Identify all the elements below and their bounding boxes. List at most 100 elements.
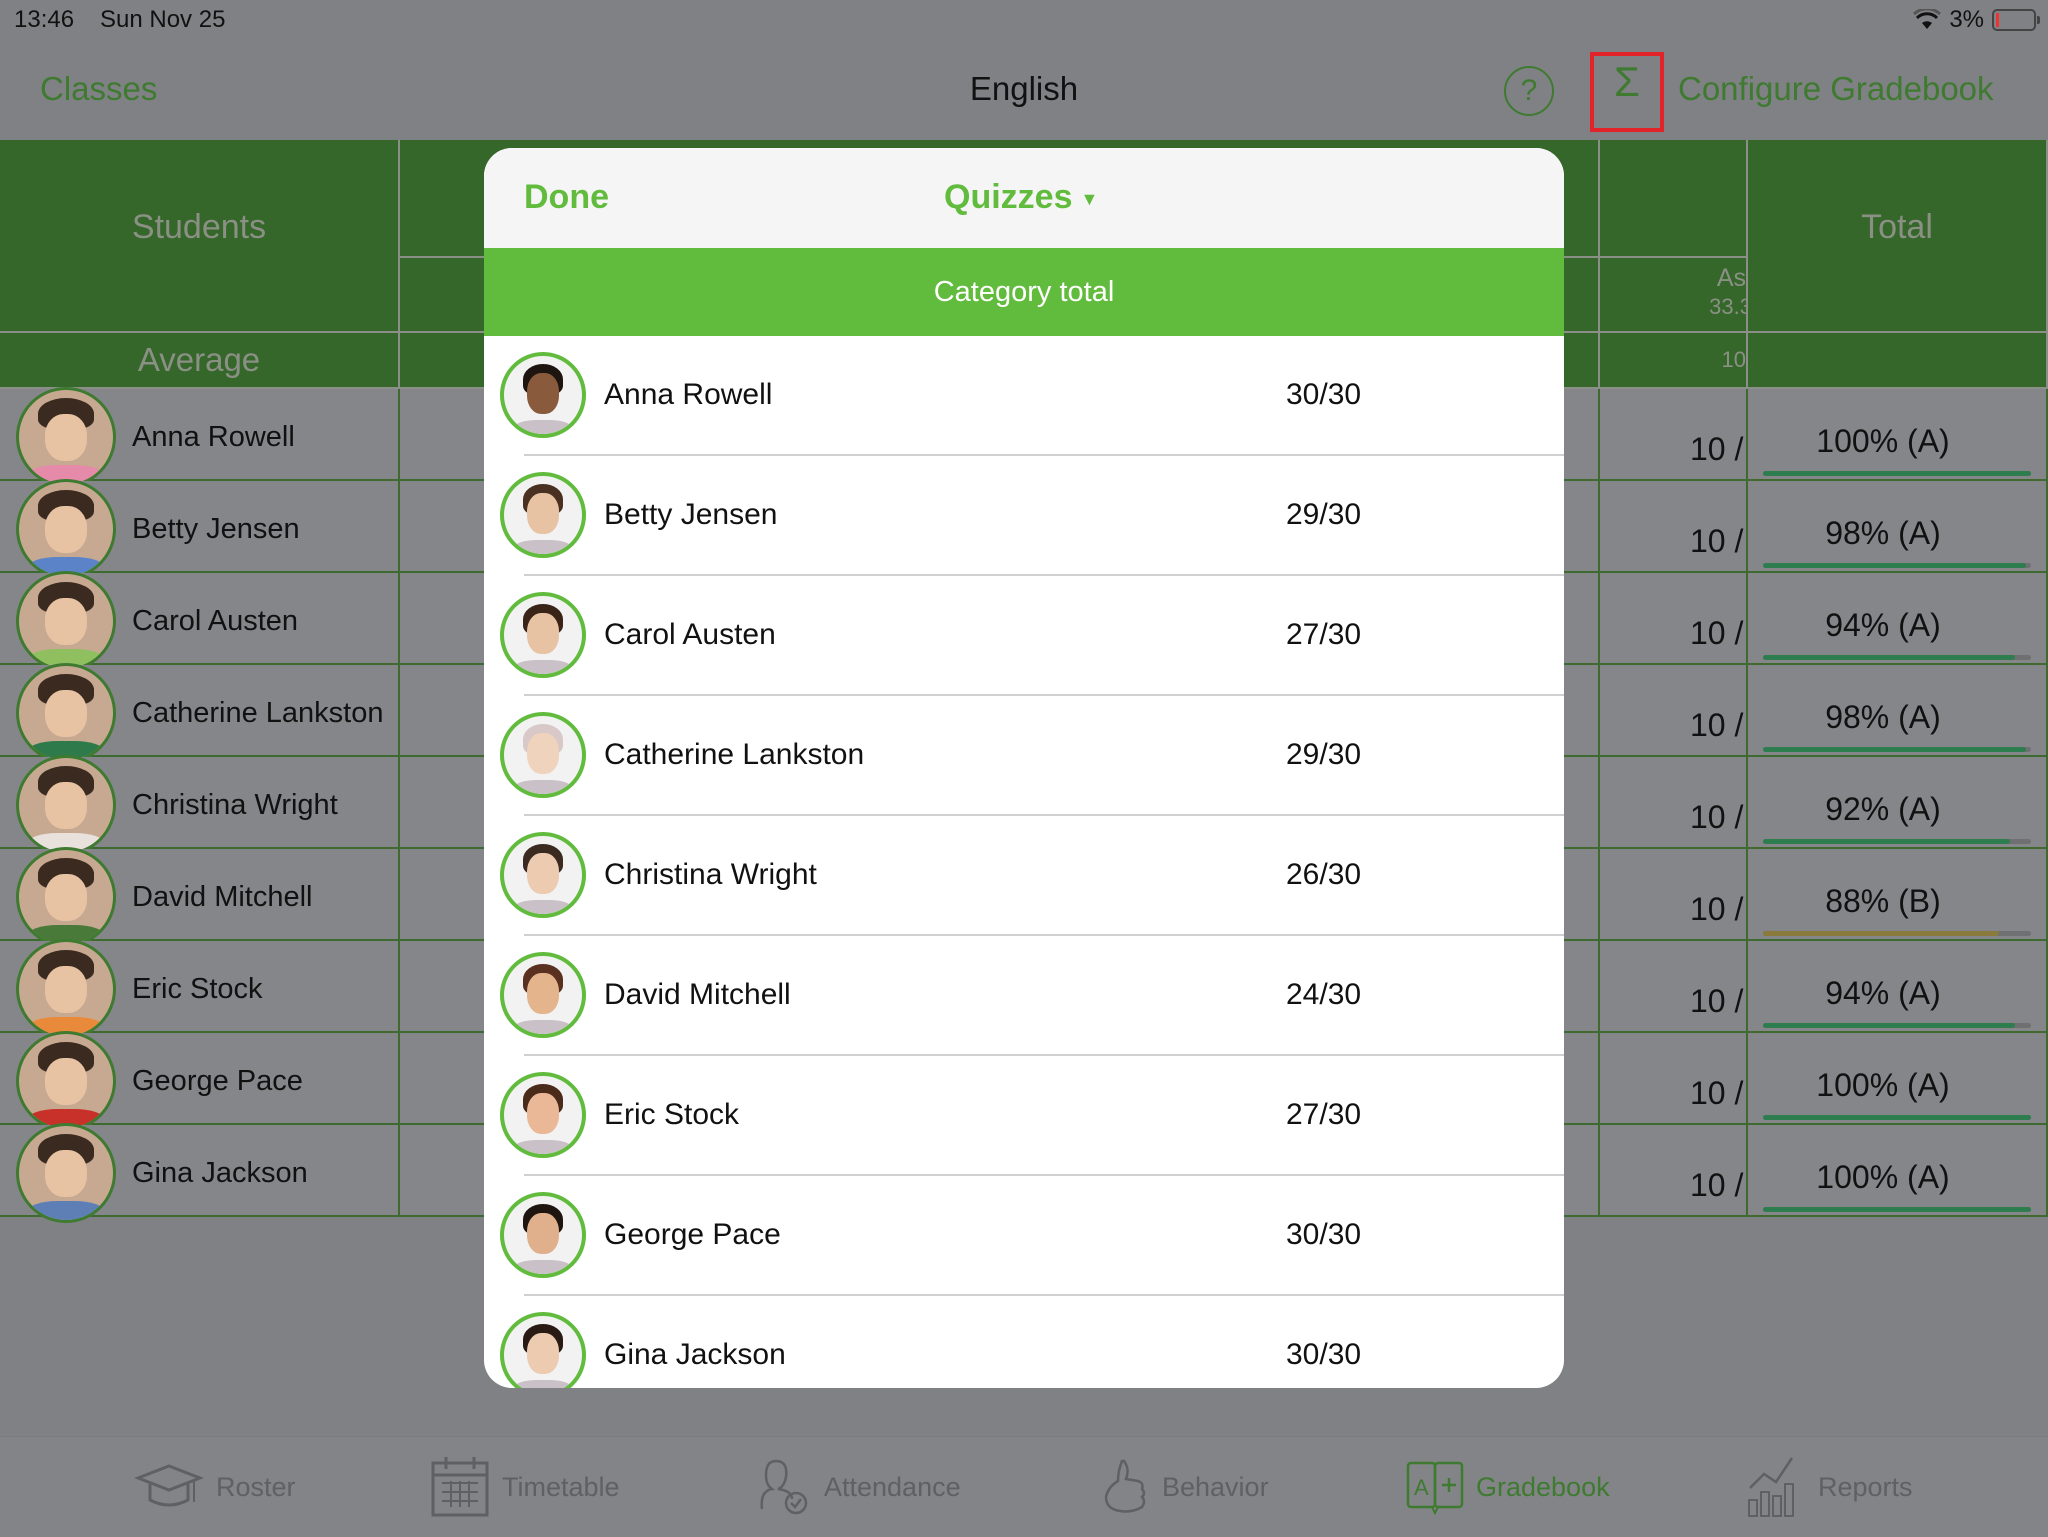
student-name: David Mitchell: [132, 881, 313, 913]
partial-score-value: 10 /: [1690, 799, 1744, 835]
total-cell[interactable]: 92% (A): [1748, 757, 2048, 849]
tab-roster[interactable]: Roster: [134, 1437, 296, 1537]
total-grade: 98% (A): [1825, 699, 1941, 735]
popover-list-item[interactable]: Eric Stock 27/30: [484, 1056, 1564, 1176]
tab-timetable[interactable]: Timetable: [430, 1437, 620, 1537]
partial-score-cell[interactable]: 10 /: [1600, 757, 1748, 849]
student-name: Gina Jackson: [604, 1338, 786, 1371]
tab-gradebook[interactable]: A Gradebook: [1406, 1437, 1610, 1537]
student-name: Christina Wright: [132, 789, 338, 821]
popover-list-item[interactable]: Anna Rowell 30/30: [484, 336, 1564, 456]
total-header-label: Total: [1861, 208, 1933, 246]
student-name: Betty Jensen: [132, 513, 300, 545]
student-name-cell[interactable]: David Mitchell: [0, 847, 400, 947]
student-name-cell[interactable]: George Pace: [0, 1031, 400, 1131]
done-button[interactable]: Done: [524, 178, 609, 217]
student-name-cell[interactable]: Catherine Lankston: [0, 663, 400, 763]
grade-progress-bar: [1763, 471, 2031, 476]
partial-score-cell[interactable]: 10 /: [1600, 389, 1748, 481]
total-cell[interactable]: 100% (A): [1748, 1125, 2048, 1217]
tab-reports[interactable]: Reports: [1746, 1437, 1913, 1537]
total-grade: 100% (A): [1816, 1159, 1950, 1195]
student-avatar: [500, 712, 586, 798]
total-cell[interactable]: 88% (B): [1748, 849, 2048, 941]
student-avatar: [500, 1192, 586, 1278]
student-name-cell[interactable]: Eric Stock: [0, 939, 400, 1039]
grade-progress-fill: [1763, 563, 2026, 568]
wifi-icon: [1913, 9, 1942, 29]
popover-list-item[interactable]: Carol Austen 27/30: [484, 576, 1564, 696]
popover-list-item[interactable]: Christina Wright 26/30: [484, 816, 1564, 936]
student-name: George Pace: [604, 1218, 781, 1251]
category-total-score: 29/30: [1286, 738, 1362, 771]
student-avatar: [500, 832, 586, 918]
grade-progress-fill: [1763, 1207, 2031, 1212]
chart-icon: [1748, 1457, 1794, 1517]
grade-progress-bar: [1763, 931, 2031, 936]
classes-back-button[interactable]: Classes: [40, 70, 157, 108]
grade-progress-fill: [1763, 1023, 2015, 1028]
tab-behavior-label: Behavior: [1162, 1471, 1269, 1502]
grade-progress-bar: [1763, 563, 2031, 568]
partial-col-weight: 33.3: [1709, 294, 1748, 319]
partial-score-cell[interactable]: 10 /: [1600, 849, 1748, 941]
popover-list-item[interactable]: Betty Jensen 29/30: [484, 456, 1564, 576]
grade-progress-fill: [1763, 839, 2010, 844]
category-selector[interactable]: Quizzes ▼: [944, 178, 1098, 217]
help-icon[interactable]: ?: [1504, 66, 1554, 116]
total-cell[interactable]: 98% (A): [1748, 665, 2048, 757]
student-avatar: [500, 1072, 586, 1158]
tab-attendance[interactable]: Attendance: [756, 1437, 961, 1537]
configure-gradebook-button[interactable]: Configure Gradebook: [1678, 70, 1994, 108]
battery-percent: 3%: [1949, 6, 1984, 33]
popover-list-item[interactable]: David Mitchell 24/30: [484, 936, 1564, 1056]
tab-behavior[interactable]: Behavior: [1100, 1437, 1269, 1537]
category-total-score: 30/30: [1286, 378, 1362, 411]
total-cell[interactable]: 98% (A): [1748, 481, 2048, 573]
calendar-icon: [431, 1457, 489, 1517]
total-cell[interactable]: 94% (A): [1748, 941, 2048, 1033]
partial-score-cell[interactable]: 10 /: [1600, 941, 1748, 1033]
category-total-bar: Category total: [484, 248, 1564, 336]
total-cell[interactable]: 100% (A): [1748, 389, 2048, 481]
student-avatar: [16, 663, 116, 763]
partial-category-header: [1600, 140, 1748, 258]
student-name-cell[interactable]: Carol Austen: [0, 571, 400, 671]
partial-score-cell[interactable]: 10 /: [1600, 1033, 1748, 1125]
student-name-cell[interactable]: Betty Jensen: [0, 479, 400, 579]
battery-icon: [1992, 9, 2040, 31]
student-name: George Pace: [132, 1065, 303, 1097]
student-name: Anna Rowell: [132, 421, 295, 453]
popover-list-item[interactable]: George Pace 30/30: [484, 1176, 1564, 1296]
grade-progress-bar: [1763, 839, 2031, 844]
category-total-score: 30/30: [1286, 1338, 1362, 1371]
student-name: Catherine Lankston: [604, 738, 865, 771]
total-grade: 88% (B): [1825, 883, 1941, 919]
student-name-cell[interactable]: Christina Wright: [0, 755, 400, 855]
partial-assignment-header[interactable]: As 33.3: [1600, 258, 1748, 333]
student-name: Carol Austen: [132, 605, 299, 637]
student-avatar: [500, 592, 586, 678]
grade-progress-bar: [1763, 655, 2031, 660]
partial-score-cell[interactable]: 10 /: [1600, 573, 1748, 665]
average-partial-value: 10: [1721, 347, 1746, 372]
popover-list-item[interactable]: Catherine Lankston 29/30: [484, 696, 1564, 816]
student-name-cell[interactable]: Anna Rowell: [0, 387, 400, 487]
sigma-icon[interactable]: Σ: [1590, 58, 1664, 106]
total-grade: 92% (A): [1825, 791, 1941, 827]
popover-list-item[interactable]: Gina Jackson 30/30: [484, 1296, 1564, 1388]
total-header: Total: [1748, 140, 2048, 333]
student-name: David Mitchell: [604, 978, 791, 1011]
gradebook-icon: A: [1406, 1461, 1464, 1515]
partial-score-cell[interactable]: 10 /: [1600, 665, 1748, 757]
category-total-score: 27/30: [1286, 618, 1362, 651]
partial-score-cell[interactable]: 10 /: [1600, 1125, 1748, 1217]
partial-score-value: 10 /: [1690, 891, 1744, 927]
total-grade: 100% (A): [1816, 1067, 1950, 1103]
partial-score-cell[interactable]: 10 /: [1600, 481, 1748, 573]
total-cell[interactable]: 100% (A): [1748, 1033, 2048, 1125]
attendance-icon: [760, 1459, 808, 1515]
total-cell[interactable]: 94% (A): [1748, 573, 2048, 665]
students-header: Students: [0, 140, 400, 333]
student-name-cell[interactable]: Gina Jackson: [0, 1123, 400, 1223]
